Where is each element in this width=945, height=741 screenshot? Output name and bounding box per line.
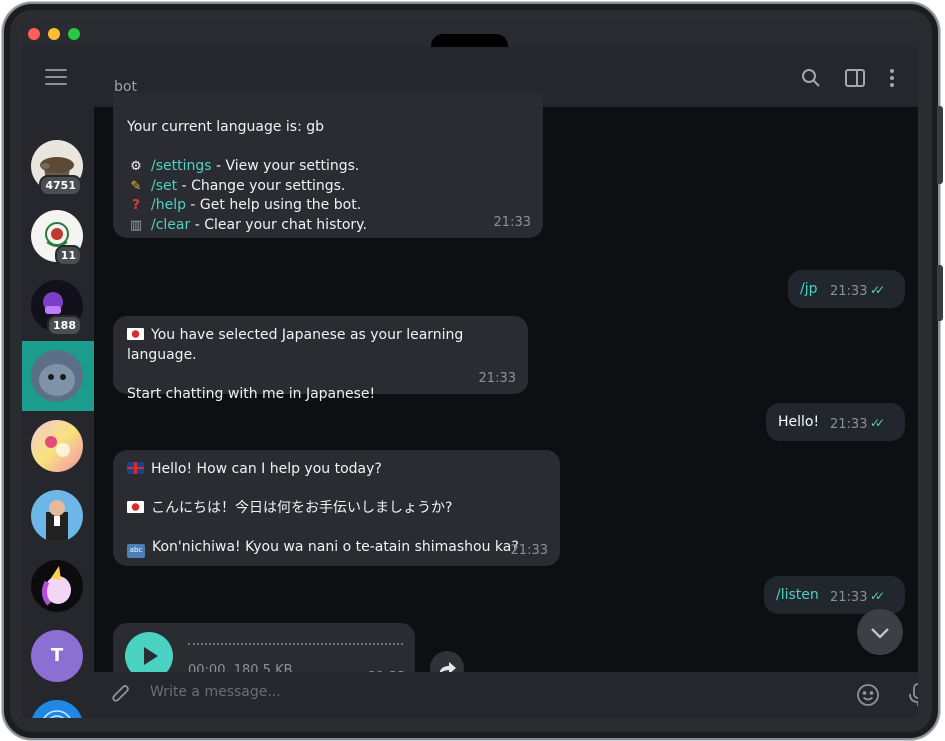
chat-list-item[interactable]: 4751	[22, 131, 94, 201]
chevron-down-icon	[871, 628, 889, 639]
outgoing-message: /jp 21:33 ✓✓	[788, 270, 905, 308]
chat-list-item[interactable]	[22, 691, 94, 718]
message-line: こんにちは！今日は何をお手伝いしましょうか?	[127, 499, 546, 519]
message-text[interactable]: /jp	[800, 281, 818, 297]
avatar-initial: T	[50, 645, 64, 666]
avatar	[31, 350, 83, 402]
avatar	[31, 420, 83, 472]
message-time: 21:33	[510, 542, 548, 558]
message-list: Your current language is: gb ⚙ /settings …	[94, 93, 918, 689]
message-text: Hello! How can I help you today?	[151, 461, 382, 477]
microphone-icon[interactable]	[908, 682, 918, 708]
side-button	[937, 265, 943, 321]
fingerprint-icon	[31, 700, 83, 718]
read-checks-icon: ✓✓	[870, 416, 885, 430]
pencil-icon: ✎	[130, 178, 142, 194]
chat-list-item[interactable]	[22, 481, 94, 551]
command-line: ⚙ /settings - View your settings.	[127, 157, 529, 177]
gear-icon: ⚙	[130, 159, 142, 174]
app-window: 4751 11 188 T bot Your current language …	[22, 22, 918, 718]
message-time: 21:33	[830, 590, 868, 605]
message-composer: Write a message...	[94, 672, 918, 718]
abc-icon: abc	[127, 544, 145, 558]
search-icon[interactable]	[800, 67, 822, 89]
command-description: - Clear your chat history.	[190, 216, 367, 233]
command-description: - View your settings.	[211, 158, 360, 174]
minimize-window-button[interactable]	[48, 28, 60, 40]
message-time: 21:33	[830, 284, 868, 299]
incoming-message: Your current language is: gb ⚙ /settings …	[113, 93, 543, 238]
command-line: ✎ /set - Change your settings.	[127, 177, 529, 197]
menu-icon[interactable]	[45, 69, 67, 90]
message-text[interactable]: /listen	[776, 587, 819, 603]
incoming-message: You have selected Japanese as your learn…	[113, 316, 528, 402]
paperclip-icon[interactable]	[110, 684, 132, 706]
message-line: You have selected Japanese as your learn…	[127, 326, 514, 365]
command-description: - Change your settings.	[177, 177, 346, 194]
question-mark-icon: ?	[132, 198, 140, 213]
sidebar-toggle-icon[interactable]	[844, 67, 866, 89]
message-time: 21:33	[830, 417, 868, 432]
command-link[interactable]: /settings	[151, 158, 212, 174]
chat-list-item[interactable]: 188	[22, 271, 94, 341]
command-link[interactable]: /help	[151, 197, 186, 213]
message-input[interactable]: Write a message...	[150, 684, 281, 700]
chat-list-item-active[interactable]	[22, 341, 94, 411]
chat-list-item[interactable]	[22, 551, 94, 621]
message-text: You have selected Japanese as your learn…	[127, 327, 464, 363]
message-text: Hello!	[778, 414, 820, 430]
message-time: 21:33	[478, 370, 516, 386]
message-text: Start chatting with me in Japanese!	[127, 385, 376, 402]
command-description: - Get help using the bot.	[185, 197, 362, 213]
chat-list-item[interactable]: 11	[22, 201, 94, 271]
close-window-button[interactable]	[28, 28, 40, 40]
unread-badge: 188	[47, 315, 82, 336]
message-text: Your current language is: gb	[127, 119, 325, 135]
side-button	[937, 106, 943, 184]
read-checks-icon: ✓✓	[870, 283, 885, 297]
scroll-down-button[interactable]	[857, 609, 903, 655]
read-checks-icon: ✓✓	[870, 589, 885, 603]
avatar	[31, 490, 83, 542]
message-text: こんにちは！今日は何をお手伝いしましょうか?	[151, 500, 453, 516]
outgoing-message: Hello! 21:33 ✓✓	[766, 403, 905, 441]
japan-flag-icon	[127, 328, 144, 340]
command-line: ▥ /clear - Clear your chat history.	[127, 216, 529, 236]
unread-badge: 11	[54, 245, 82, 266]
emoji-icon[interactable]	[856, 683, 880, 707]
chat-list-sidebar: 4751 11 188 T	[22, 47, 94, 718]
incoming-message: Hello! How can I help you today? こんにちは！今…	[113, 450, 560, 566]
message-time: 21:33	[493, 214, 531, 230]
chat-list-item[interactable]	[22, 411, 94, 481]
command-link[interactable]: /set	[151, 178, 177, 194]
unread-badge: 4751	[39, 175, 82, 196]
message-text: Kon'nichiwa! Kyou wa nani o te-atain shi…	[152, 539, 519, 555]
avatar	[31, 560, 83, 612]
command-link[interactable]: /clear	[151, 217, 190, 233]
maximize-window-button[interactable]	[68, 28, 80, 40]
japan-flag-icon	[127, 501, 144, 513]
waveform[interactable]	[188, 643, 403, 645]
message-line: abc Kon'nichiwa! Kyou wa nani o te-atain …	[127, 538, 546, 558]
command-line: ? /help - Get help using the bot.	[127, 196, 529, 216]
uk-flag-icon	[127, 462, 144, 474]
avatar: T	[31, 630, 83, 682]
more-options-icon[interactable]	[886, 67, 898, 89]
message-line: Hello! How can I help you today?	[127, 460, 546, 480]
chat-list-item[interactable]: T	[22, 621, 94, 691]
trash-icon: ▥	[129, 217, 143, 233]
